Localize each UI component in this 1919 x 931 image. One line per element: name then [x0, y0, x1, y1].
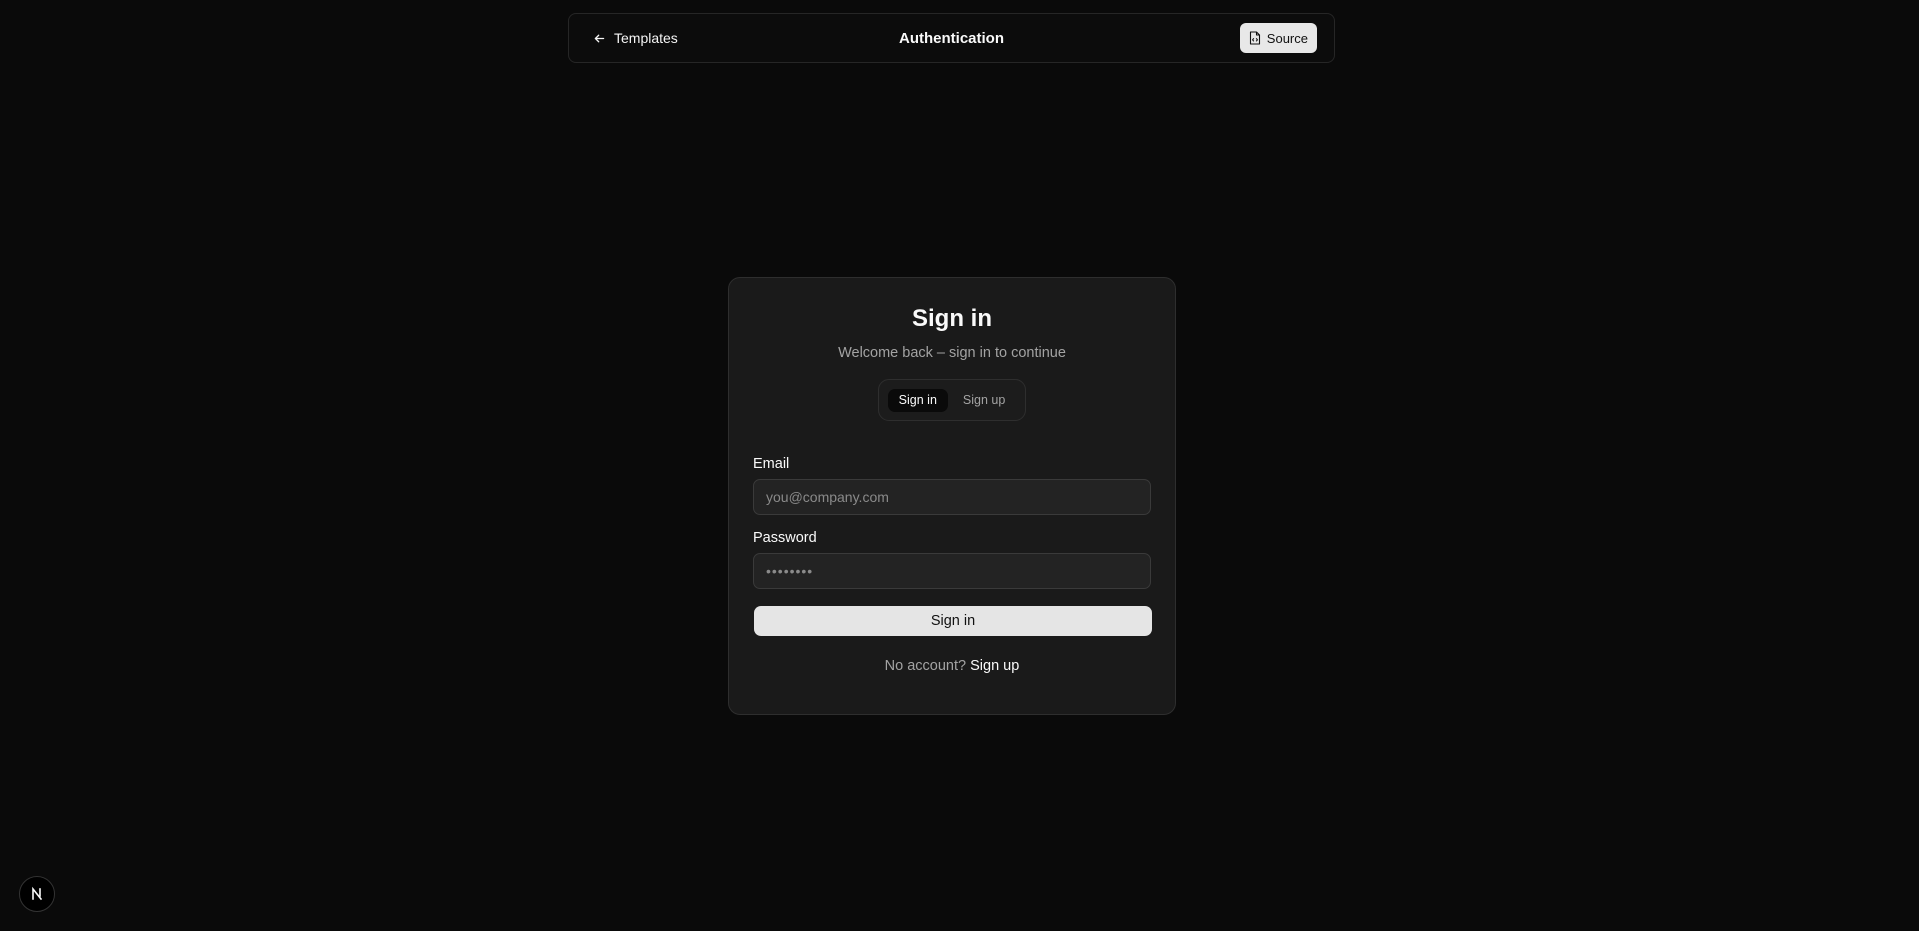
back-link-label: Templates [614, 30, 678, 46]
signup-prompt: No account? Sign up [753, 658, 1151, 674]
auth-card: Sign in Welcome back – sign in to contin… [728, 277, 1176, 715]
back-link[interactable]: Templates [593, 30, 678, 46]
password-field[interactable] [753, 553, 1151, 589]
page-title: Authentication [899, 29, 1004, 47]
password-label: Password [753, 530, 817, 546]
auth-tabs: Sign in Sign up [877, 379, 1027, 421]
arrow-left-icon [593, 32, 606, 45]
tab-sign-in[interactable]: Sign in [887, 388, 948, 412]
auth-tabs-wrapper: Sign in Sign up [753, 379, 1151, 421]
card-subtitle: Welcome back – sign in to continue [838, 345, 1066, 361]
signup-link[interactable]: Sign up [970, 658, 1019, 674]
signup-prompt-text: No account? [884, 658, 967, 674]
card-title: Sign in [912, 305, 992, 332]
nextjs-dev-badge[interactable] [19, 876, 55, 912]
email-field[interactable] [753, 479, 1151, 515]
source-button-label: Source [1266, 30, 1308, 46]
source-button[interactable]: Source [1239, 23, 1317, 53]
email-label: Email [753, 456, 790, 472]
top-bar: Templates Authentication Source [568, 13, 1335, 63]
file-code-icon [1249, 31, 1261, 45]
sign-in-button[interactable]: Sign in [754, 606, 1152, 636]
tab-sign-up[interactable]: Sign up [952, 389, 1016, 412]
nextjs-logo-icon [29, 886, 45, 902]
